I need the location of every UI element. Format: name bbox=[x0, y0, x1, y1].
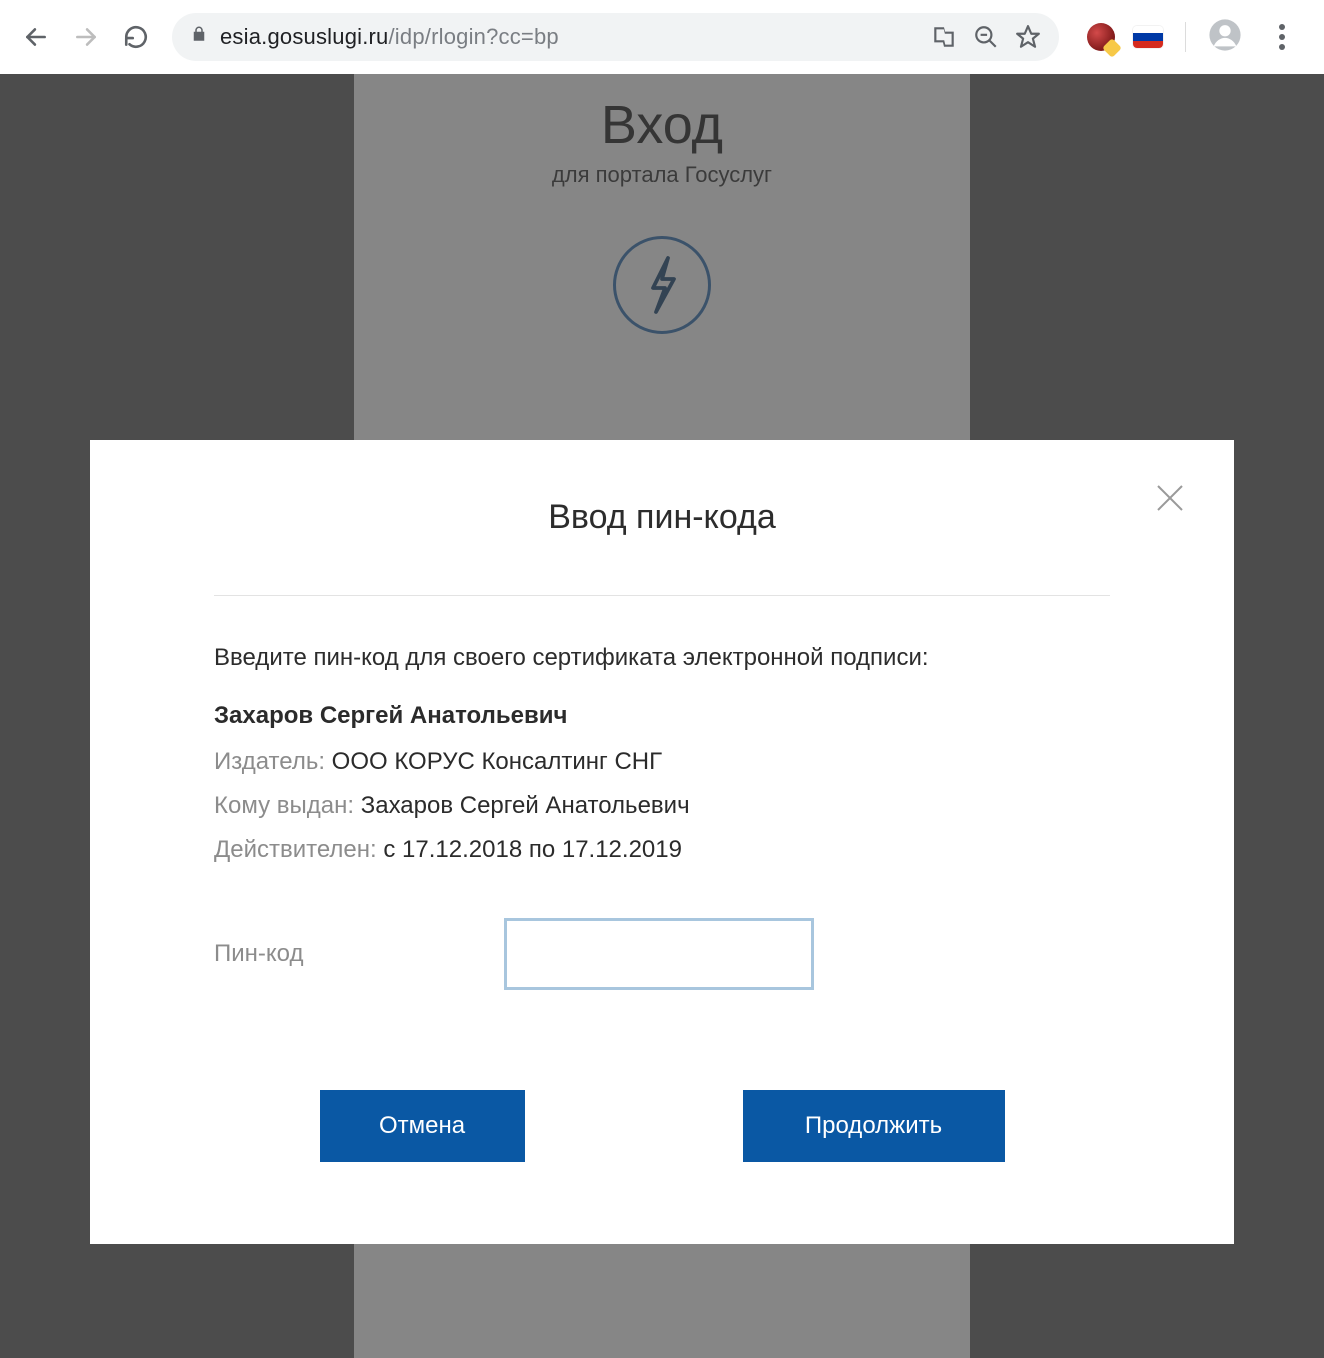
modal-title: Ввод пин-кода bbox=[180, 498, 1144, 537]
pin-entry-modal: Ввод пин-кода Введите пин-код для своего… bbox=[90, 440, 1234, 1244]
subject-value: Захаров Сергей Анатольевич bbox=[361, 792, 690, 819]
certificate-validity-line: Действителен: с 17.12.2018 по 17.12.2019 bbox=[214, 836, 1110, 864]
validity-value: с 17.12.2018 по 17.12.2019 bbox=[383, 836, 682, 863]
extension-flag-ru-icon[interactable] bbox=[1133, 26, 1163, 48]
page-viewport: Вход для портала Госуслуг Ввод пин-кода … bbox=[0, 74, 1324, 1358]
close-icon bbox=[1154, 482, 1186, 514]
translate-icon[interactable] bbox=[929, 22, 959, 52]
subject-label: Кому выдан: bbox=[214, 792, 354, 819]
divider bbox=[214, 595, 1110, 596]
forward-button[interactable] bbox=[64, 15, 108, 59]
profile-avatar-icon[interactable] bbox=[1208, 18, 1242, 57]
address-bar[interactable]: esia.gosuslugi.ru/idp/rlogin?cc=bp bbox=[172, 13, 1059, 61]
pin-row: Пин-код bbox=[214, 918, 1110, 990]
issuer-value: ООО КОРУС Консалтинг СНГ bbox=[332, 748, 662, 775]
cancel-button[interactable]: Отмена bbox=[320, 1090, 525, 1162]
issuer-label: Издатель: bbox=[214, 748, 325, 775]
extension-icons bbox=[1073, 15, 1310, 59]
close-button[interactable] bbox=[1150, 478, 1190, 518]
zoom-out-icon[interactable] bbox=[971, 22, 1001, 52]
toolbar-separator bbox=[1185, 22, 1186, 52]
pin-label: Пин-код bbox=[214, 940, 504, 968]
certificate-owner-name: Захаров Сергей Анатольевич bbox=[214, 702, 1110, 730]
browser-menu-button[interactable] bbox=[1260, 15, 1304, 59]
continue-button[interactable]: Продолжить bbox=[743, 1090, 1005, 1162]
back-button[interactable] bbox=[14, 15, 58, 59]
lock-icon bbox=[190, 24, 208, 50]
url-path: /idp/rlogin?cc=bp bbox=[389, 24, 559, 49]
url-host: esia.gosuslugi.ru bbox=[220, 24, 389, 49]
browser-toolbar: esia.gosuslugi.ru/idp/rlogin?cc=bp bbox=[0, 0, 1324, 74]
modal-actions: Отмена Продолжить bbox=[180, 1090, 1144, 1162]
extension-icon-1[interactable] bbox=[1087, 23, 1115, 51]
url-text: esia.gosuslugi.ru/idp/rlogin?cc=bp bbox=[220, 24, 917, 50]
instruction-text: Введите пин-код для своего сертификата э… bbox=[214, 644, 1110, 672]
validity-label: Действителен: bbox=[214, 836, 377, 863]
reload-button[interactable] bbox=[114, 15, 158, 59]
certificate-subject-line: Кому выдан: Захаров Сергей Анатольевич bbox=[214, 792, 1110, 820]
bookmark-star-icon[interactable] bbox=[1013, 22, 1043, 52]
pin-input[interactable] bbox=[504, 918, 814, 990]
certificate-issuer-line: Издатель: ООО КОРУС Консалтинг СНГ bbox=[214, 748, 1110, 776]
